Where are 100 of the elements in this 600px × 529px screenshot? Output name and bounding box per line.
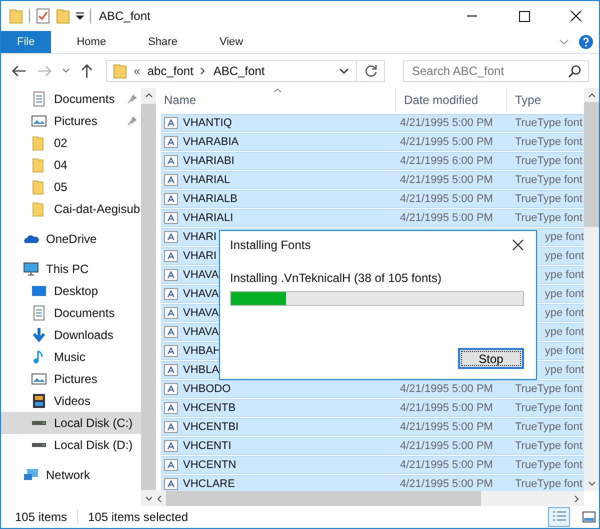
file-row[interactable]: VHCENTBI 4/21/1995 5:00 PM TrueType font: [161, 418, 584, 436]
file-row[interactable]: VHARIABI 4/21/1995 6:00 PM TrueType font: [161, 152, 584, 170]
font-file-icon: [164, 345, 178, 357]
properties-icon[interactable]: [36, 8, 50, 24]
ribbon-tab[interactable]: Share: [132, 31, 194, 53]
file-row[interactable]: VHBODO 4/21/1995 5:00 PM TrueType font: [161, 380, 584, 398]
breadcrumb[interactable]: abc_font: [147, 64, 194, 78]
type-cell-text: TrueType font: [514, 212, 582, 224]
refresh-icon[interactable]: [364, 64, 378, 78]
font-file-icon: [164, 250, 178, 262]
back-icon[interactable]: [11, 64, 27, 78]
file-row[interactable]: VHARIALB 4/21/1995 5:00 PM TrueType font: [161, 190, 584, 208]
type-cell-text: TrueType font: [514, 174, 582, 186]
font-file-icon: [164, 307, 178, 319]
scroll-left-icon[interactable]: [156, 494, 162, 502]
sidebar-item[interactable]: OneDrive: [1, 228, 141, 250]
font-file-icon: [164, 155, 178, 167]
up-icon[interactable]: [80, 63, 94, 79]
file-row[interactable]: VHCENTB 4/21/1995 5:00 PM TrueType font: [161, 399, 584, 417]
scroll-down-icon[interactable]: [588, 481, 596, 487]
file-row[interactable]: VHARIALI 4/21/1995 5:00 PM TrueType font: [161, 209, 584, 227]
details-view-icon[interactable]: [549, 508, 569, 526]
sidebar-item[interactable]: Documents: [1, 302, 141, 324]
font-file-icon: [164, 288, 178, 300]
pin-icon[interactable]: [127, 116, 137, 126]
font-file-icon: [164, 136, 178, 148]
file-name: VHARI: [183, 231, 217, 243]
recent-icon[interactable]: [62, 68, 70, 74]
sidebar-item[interactable]: Documents: [1, 88, 141, 110]
file-name: VHCENTBI: [183, 421, 240, 433]
scroll-right-icon[interactable]: [574, 494, 580, 502]
dialog-title: Installing Fonts: [230, 238, 311, 252]
font-file-icon: [164, 478, 178, 490]
window-title: ABC_font: [99, 9, 150, 23]
address-bar[interactable]: « abc_font ABC_font: [106, 60, 385, 82]
scroll-thumb[interactable]: [584, 102, 599, 227]
sidebar-item[interactable]: 05: [1, 176, 141, 198]
item-count: 105 items: [15, 510, 68, 524]
type-cell-text: ype font: [544, 307, 584, 319]
type-cell-text: ype font: [544, 288, 584, 300]
file-row[interactable]: VHCENTN 4/21/1995 5:00 PM TrueType font: [161, 456, 584, 474]
close-icon[interactable]: [512, 239, 524, 251]
file-row[interactable]: VHCLARE 4/21/1995 5:00 PM TrueType font: [161, 475, 584, 491]
type-cell-text: TrueType font: [514, 155, 582, 167]
breadcrumb[interactable]: ABC_font: [213, 64, 265, 78]
date-cell-text: 4/21/1995 5:00 PM: [399, 421, 494, 433]
file-row[interactable]: VHARABIA 4/21/1995 5:00 PM TrueType font: [161, 133, 584, 151]
date-cell-text: 4/21/1995 5:00 PM: [399, 459, 494, 471]
doc-icon: [31, 305, 47, 321]
sidebar-item[interactable]: Cai-dat-Aegisub: [1, 198, 141, 220]
horizontal-scrollbar[interactable]: [156, 491, 584, 506]
sidebar-item[interactable]: Videos: [1, 390, 141, 412]
sidebar-item[interactable]: Network: [1, 464, 141, 486]
sidebar-item[interactable]: Local Disk (C:): [1, 412, 141, 434]
sidebar-item[interactable]: Local Disk (D:): [1, 434, 141, 456]
type-cell-text: ype font: [544, 345, 584, 357]
scroll-thumb[interactable]: [166, 491, 481, 506]
ribbon-tab[interactable]: File: [1, 31, 51, 53]
chevron-icon[interactable]: [559, 39, 569, 45]
sidebar-item[interactable]: Pictures: [1, 110, 141, 132]
list-scrollbar[interactable]: [584, 88, 599, 491]
stop-button[interactable]: Stop: [458, 348, 524, 369]
font-file-icon: [164, 421, 178, 433]
sidebar-item[interactable]: 02: [1, 132, 141, 154]
help-icon[interactable]: [579, 35, 593, 49]
type-cell-text: ype font: [544, 326, 584, 338]
type-cell-text: ype font: [544, 250, 584, 262]
file-row[interactable]: VHCENTI 4/21/1995 5:00 PM TrueType font: [161, 437, 584, 455]
date-cell-text: 4/21/1995 5:00 PM: [399, 174, 494, 186]
separator-icon[interactable]: [200, 67, 206, 75]
sidebar-item[interactable]: This PC: [1, 258, 141, 280]
column-header[interactable]: Name: [156, 88, 396, 112]
pin-icon[interactable]: [127, 94, 137, 104]
file-row[interactable]: VHARIAL 4/21/1995 5:00 PM TrueType font: [161, 171, 584, 189]
date-cell-text: 4/21/1995 5:00 PM: [399, 440, 494, 452]
overflow-chevron[interactable]: «: [134, 64, 140, 78]
file-row[interactable]: VHANTIQ 4/21/1995 5:00 PM TrueType font: [161, 114, 584, 132]
scroll-up-icon[interactable]: [144, 92, 152, 98]
pc-icon: [23, 261, 39, 277]
search-field[interactable]: Search ABC_font: [403, 60, 589, 82]
sidebar-item[interactable]: Pictures: [1, 368, 141, 390]
scroll-down-icon[interactable]: [144, 496, 152, 502]
column-header[interactable]: Type: [507, 88, 584, 112]
dropdown-icon[interactable]: [76, 12, 84, 20]
sidebar-item[interactable]: 04: [1, 154, 141, 176]
sidebar-item[interactable]: Downloads: [1, 324, 141, 346]
dropdown-icon[interactable]: [339, 68, 349, 74]
ribbon-tab[interactable]: View: [203, 31, 260, 53]
date-cell-text: 4/21/1995 5:00 PM: [399, 117, 494, 129]
selection-count: 105 items selected: [88, 510, 188, 524]
ribbon-tab[interactable]: Home: [60, 31, 122, 53]
column-header[interactable]: Date modified: [396, 88, 507, 112]
file-name: VHCENTN: [183, 459, 238, 471]
font-file-icon: [164, 402, 178, 414]
file-name: VHARIABI: [183, 155, 236, 167]
sidebar-item[interactable]: Music: [1, 346, 141, 368]
type-cell-text: ype font: [544, 269, 584, 281]
sidebar-item[interactable]: Desktop: [1, 280, 141, 302]
scroll-up-icon[interactable]: [588, 92, 596, 98]
type-cell-text: TrueType font: [514, 459, 582, 471]
